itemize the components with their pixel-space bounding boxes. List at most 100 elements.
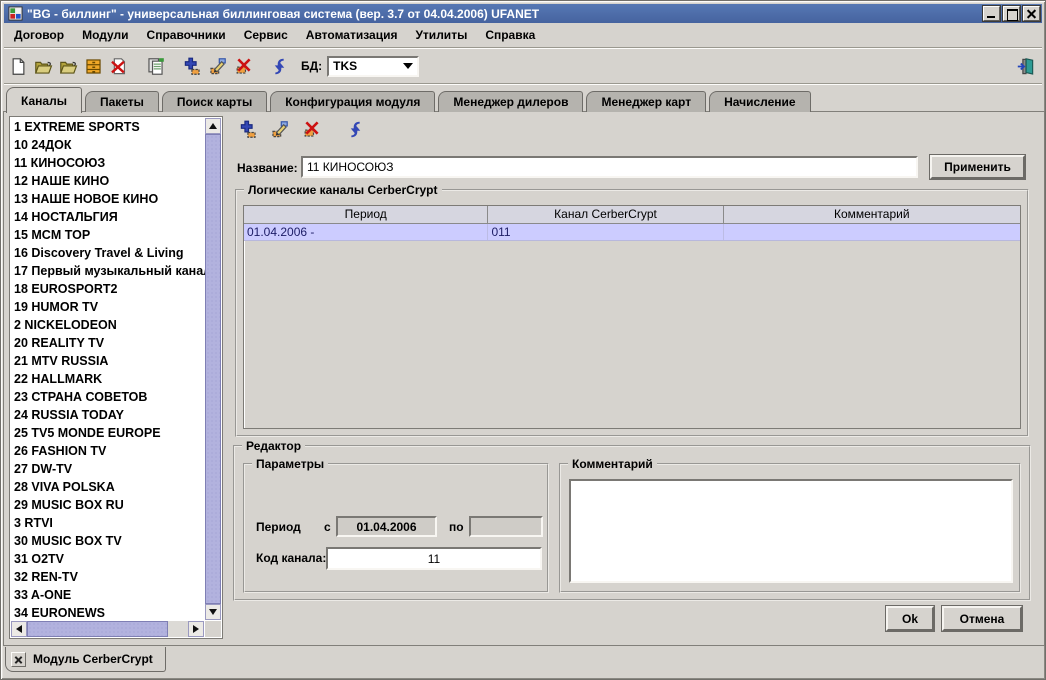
- edit-record-icon[interactable]: [206, 55, 228, 77]
- add-record-icon[interactable]: [181, 55, 203, 77]
- list-item[interactable]: 23 СТРАНА СОВЕТОВ: [11, 388, 206, 406]
- tab-7[interactable]: Начисление: [709, 91, 811, 112]
- ok-button[interactable]: Ok: [886, 606, 934, 631]
- menu-item-7[interactable]: Справка: [476, 26, 544, 44]
- exit-door-icon[interactable]: [1014, 55, 1036, 77]
- list-item[interactable]: 26 FASHION TV: [11, 442, 206, 460]
- column-header[interactable]: Период: [244, 206, 488, 224]
- list-item[interactable]: 3 RTVI: [11, 514, 206, 532]
- minimize-button[interactable]: [983, 6, 1000, 21]
- bottom-tab-strip: Модуль CerberCrypt: [5, 648, 1041, 674]
- scroll-down-button[interactable]: [205, 604, 221, 620]
- period-from-field[interactable]: [336, 516, 437, 537]
- maximize-button[interactable]: [1003, 6, 1020, 21]
- horizontal-scrollbar[interactable]: [11, 621, 204, 637]
- list-item[interactable]: 19 HUMOR TV: [11, 298, 206, 316]
- menu-item-5[interactable]: Автоматизация: [297, 26, 407, 44]
- scroll-left-button[interactable]: [11, 621, 27, 637]
- tab-2[interactable]: Пакеты: [85, 91, 159, 112]
- channel-code-input[interactable]: [326, 547, 542, 570]
- list-item[interactable]: 29 MUSIC BOX RU: [11, 496, 206, 514]
- copy-document-icon[interactable]: [144, 55, 166, 77]
- bottom-tab-1[interactable]: Модуль CerberCrypt: [5, 647, 166, 672]
- menu-item-1[interactable]: Договор: [5, 26, 73, 44]
- list-item[interactable]: 1 EXTREME SPORTS: [11, 118, 206, 136]
- list-item[interactable]: 14 НОСТАЛЬГИЯ: [11, 208, 206, 226]
- list-item[interactable]: 33 A-ONE: [11, 586, 206, 604]
- period-from-label: с: [324, 520, 331, 534]
- list-item[interactable]: 18 EUROSPORT2: [11, 280, 206, 298]
- list-item[interactable]: 21 MTV RUSSIA: [11, 352, 206, 370]
- list-item[interactable]: 15 MCM TOP: [11, 226, 206, 244]
- new-document-icon[interactable]: [7, 55, 29, 77]
- list-item[interactable]: 22 HALLMARK: [11, 370, 206, 388]
- list-item[interactable]: 11 КИНОСОЮЗ: [11, 154, 206, 172]
- period-to-label: по: [449, 520, 464, 534]
- scroll-right-button[interactable]: [188, 621, 204, 637]
- comment-textarea[interactable]: [569, 479, 1013, 583]
- list-item[interactable]: 28 VIVA POLSKA: [11, 478, 206, 496]
- tab-1[interactable]: Каналы: [6, 87, 82, 113]
- refresh-icon[interactable]: [268, 55, 290, 77]
- list-item[interactable]: 31 O2TV: [11, 550, 206, 568]
- apply-button[interactable]: Применить: [930, 155, 1025, 179]
- tab-3[interactable]: Поиск карты: [162, 91, 267, 112]
- editor-toolbar: [237, 118, 375, 140]
- tab-6[interactable]: Менеджер карт: [586, 91, 706, 112]
- edit-record-icon[interactable]: [268, 118, 290, 140]
- name-label: Название:: [237, 161, 298, 175]
- tab-4[interactable]: Конфигурация модуля: [270, 91, 435, 112]
- list-item[interactable]: 25 TV5 MONDE EUROPE: [11, 424, 206, 442]
- column-header[interactable]: Канал CerberCrypt: [488, 206, 723, 224]
- scroll-up-button[interactable]: [205, 118, 221, 134]
- list-item[interactable]: 24 RUSSIA TODAY: [11, 406, 206, 424]
- list-item[interactable]: 2 NICKELODEON: [11, 316, 206, 334]
- scrollbar-corner: [205, 621, 221, 637]
- logical-channels-title: Логические каналы CerberCrypt: [244, 183, 442, 197]
- delete-record-icon[interactable]: [231, 55, 253, 77]
- list-item[interactable]: 16 Discovery Travel & Living: [11, 244, 206, 262]
- close-tab-icon[interactable]: [11, 652, 26, 667]
- period-to-field[interactable]: [469, 516, 543, 537]
- open-folder-icon[interactable]: [32, 55, 54, 77]
- menu-item-6[interactable]: Утилиты: [406, 26, 476, 44]
- comment-group-title: Комментарий: [568, 457, 657, 471]
- menu-bar: ДоговорМодулиСправочникиСервисАвтоматиза…: [5, 24, 1041, 46]
- vertical-scrollbar[interactable]: [205, 118, 221, 620]
- editor-group-title: Редактор: [242, 439, 305, 453]
- delete-document-icon[interactable]: [107, 55, 129, 77]
- archive-drawer-icon[interactable]: [82, 55, 104, 77]
- list-item[interactable]: 27 DW-TV: [11, 460, 206, 478]
- table-cell: 011: [488, 224, 723, 240]
- menu-item-4[interactable]: Сервис: [235, 26, 297, 44]
- list-item[interactable]: 17 Первый музыкальный канал: [11, 262, 206, 280]
- list-item[interactable]: 10 24ДОК: [11, 136, 206, 154]
- separator: [4, 47, 1042, 49]
- vertical-scrollbar-thumb[interactable]: [205, 134, 221, 604]
- chevron-down-icon: [403, 63, 413, 69]
- name-input[interactable]: [301, 156, 918, 178]
- table-body: 01.04.2006 -011: [244, 224, 1020, 241]
- menu-item-3[interactable]: Справочники: [138, 26, 235, 44]
- db-select[interactable]: TKS: [327, 56, 419, 77]
- table-row[interactable]: 01.04.2006 -011: [244, 224, 1020, 241]
- list-item[interactable]: 13 НАШЕ НОВОЕ КИНО: [11, 190, 206, 208]
- add-record-icon[interactable]: [237, 118, 259, 140]
- list-item[interactable]: 30 MUSIC BOX TV: [11, 532, 206, 550]
- close-button[interactable]: [1023, 6, 1040, 21]
- menu-item-2[interactable]: Модули: [73, 26, 137, 44]
- list-item[interactable]: 32 REN-TV: [11, 568, 206, 586]
- params-group-title: Параметры: [252, 457, 328, 471]
- delete-record-icon[interactable]: [299, 118, 321, 140]
- cancel-button[interactable]: Отмена: [942, 606, 1022, 631]
- channel-editor-panel: Название: Применить Логические каналы Ce…: [229, 113, 1039, 640]
- horizontal-scrollbar-thumb[interactable]: [27, 621, 168, 637]
- list-item[interactable]: 20 REALITY TV: [11, 334, 206, 352]
- column-header[interactable]: Комментарий: [724, 206, 1020, 224]
- refresh-icon[interactable]: [344, 118, 366, 140]
- table-cell: [724, 224, 1020, 240]
- tab-5[interactable]: Менеджер дилеров: [438, 91, 583, 112]
- open-folder-alt-icon[interactable]: [57, 55, 79, 77]
- list-item[interactable]: 34 EURONEWS: [11, 604, 206, 622]
- list-item[interactable]: 12 НАШЕ КИНО: [11, 172, 206, 190]
